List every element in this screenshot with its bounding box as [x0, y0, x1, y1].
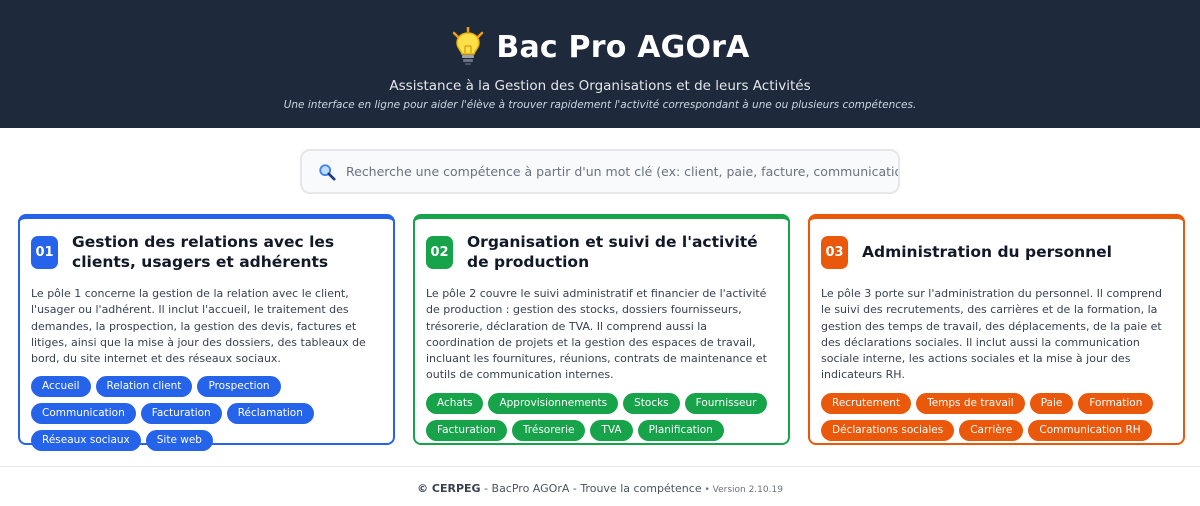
- keyword-tag[interactable]: Site web: [145, 430, 213, 452]
- pole-tags: Achats Approvisionnements Stocks Fournisseu…: [426, 392, 778, 441]
- app-subtitle: Assistance à la Gestion des Organisation…: [389, 78, 811, 94]
- pole-description: Le pôle 3 porte sur l'administration du …: [821, 287, 1162, 382]
- keyword-tag[interactable]: Fournisseur: [684, 392, 768, 414]
- footer-brand: © CERPEG: [417, 482, 481, 495]
- keyword-tag[interactable]: Planification: [637, 419, 724, 441]
- keyword-tag[interactable]: Communication: [31, 403, 136, 425]
- keyword-tag[interactable]: Approvisionnements: [488, 392, 619, 414]
- keyword-tag[interactable]: Réseaux sociaux: [31, 430, 141, 452]
- pole-title: Organisation et suivi de l'activité de p…: [467, 233, 758, 271]
- app-title: Bac Pro AGOrA: [496, 29, 750, 65]
- keyword-tag[interactable]: Achats: [426, 392, 484, 414]
- pole-card-03: 03 Administration du personnel Le pôle 3 p…: [808, 214, 1185, 445]
- keyword-tag[interactable]: Paie: [1029, 392, 1074, 414]
- pole-card-header: 03 Administration du personnel: [821, 229, 1173, 275]
- search-box[interactable]: [300, 149, 900, 194]
- pole-card-01: 01 Gestion des relations avec les clients…: [18, 214, 395, 452]
- pole-tags: Accueil Relation client Prospection Communi…: [31, 376, 383, 452]
- keyword-tag[interactable]: TVA: [590, 419, 633, 441]
- pole-card-header: 01 Gestion des relations avec les clients…: [31, 229, 383, 275]
- pole-title: Gestion des relations avec les clients, …: [72, 233, 335, 271]
- pole-card-02: 02 Organisation et suivi de l'activité de…: [413, 214, 790, 445]
- keyword-tag[interactable]: Réclamation: [226, 403, 314, 425]
- keyword-tag[interactable]: Facturation: [426, 419, 507, 441]
- pole-number-badge: 03: [821, 235, 848, 269]
- pole-number-badge: 01: [31, 235, 58, 269]
- pole-description: Le pôle 2 couvre le suivi administratif …: [426, 287, 767, 382]
- keyword-tag[interactable]: Communication RH: [1028, 419, 1152, 441]
- app-tagline: Une interface en ligne pour aider l'élèv…: [283, 99, 917, 111]
- keyword-tag[interactable]: Carrière: [959, 419, 1024, 441]
- keyword-tag[interactable]: Temps de travail: [916, 392, 1025, 414]
- search-container: [0, 149, 1200, 194]
- pole-card-header: 02 Organisation et suivi de l'activité de…: [426, 229, 778, 275]
- footer: © CERPEG - BacPro AGOrA - Trouve la comp…: [0, 466, 1200, 506]
- poles-list: 01 Gestion des relations avec les clients…: [18, 214, 1186, 452]
- keyword-tag[interactable]: Stocks: [623, 392, 680, 414]
- search-input[interactable]: [346, 164, 898, 179]
- pole-description: Le pôle 1 concerne la gestion de la rela…: [31, 287, 366, 366]
- footer-version: • Version 2.10.19: [701, 485, 783, 495]
- keyword-tag[interactable]: Relation client: [95, 376, 193, 398]
- keyword-tag[interactable]: Formation: [1078, 392, 1154, 414]
- title-row: Bac Pro AGOrA: [0, 22, 1200, 72]
- keyword-tag[interactable]: Recrutement: [821, 392, 912, 414]
- keyword-tag[interactable]: Prospection: [197, 376, 281, 398]
- pole-number-badge: 02: [426, 235, 453, 269]
- keyword-tag[interactable]: Déclarations sociales: [821, 419, 955, 441]
- pole-tags: Recrutement Temps de travail Paie Formation…: [821, 392, 1173, 441]
- lightbulb-icon: [453, 27, 484, 65]
- magnifier-icon: [319, 163, 336, 181]
- keyword-tag[interactable]: Accueil: [31, 376, 91, 398]
- footer-text: - BacPro AGOrA - Trouve la compétence: [480, 482, 702, 495]
- pole-title: Administration du personnel: [862, 243, 1112, 261]
- keyword-tag[interactable]: Facturation: [140, 403, 222, 425]
- app-header: Bac Pro AGOrA Assistance à la Gestion de…: [0, 0, 1200, 128]
- keyword-tag[interactable]: Trésorerie: [511, 419, 586, 441]
